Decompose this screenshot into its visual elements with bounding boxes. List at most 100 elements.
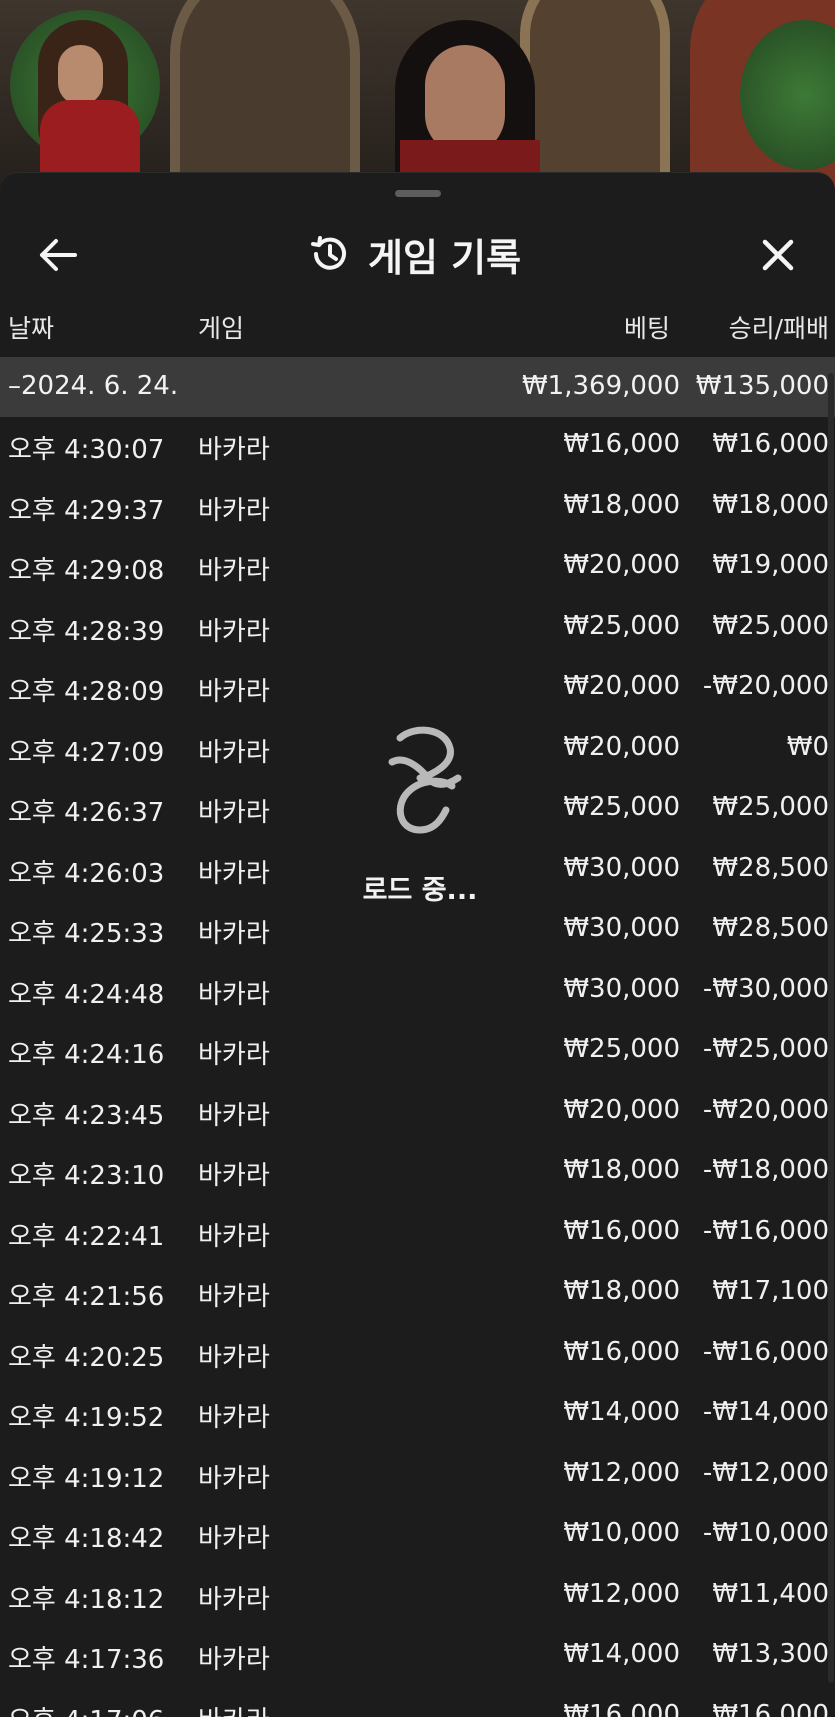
row-game: 바카라 bbox=[198, 1100, 270, 1131]
history-row[interactable]: 오후 4:22:41 바카라 ₩16,000 -₩16,000 bbox=[0, 1204, 835, 1265]
history-row[interactable]: 오후 4:29:08 바카라 ₩20,000 ₩19,000 bbox=[0, 538, 835, 599]
day-win-total: ₩135,000 bbox=[695, 371, 829, 401]
row-time: 오후 4:26:03 bbox=[8, 858, 165, 889]
row-result: -₩25,000 bbox=[702, 1034, 829, 1064]
row-time: 오후 4:23:45 bbox=[8, 1100, 165, 1131]
live-video-background bbox=[0, 0, 835, 200]
row-time: 오후 4:24:48 bbox=[8, 979, 165, 1010]
history-list: 오후 4:30:07 바카라 ₩16,000 ₩16,000 오후 4:29:37 바카… bbox=[0, 417, 835, 1717]
row-game: 바카라 bbox=[198, 1221, 270, 1252]
loading-text: 로드 중... bbox=[362, 875, 478, 906]
history-row[interactable]: 오후 4:24:48 바카라 ₩30,000 -₩30,000 bbox=[0, 962, 835, 1023]
row-time: 오후 4:20:25 bbox=[8, 1342, 165, 1373]
row-game: 바카라 bbox=[198, 1645, 270, 1675]
row-result: ₩18,000 bbox=[712, 489, 829, 520]
row-bet: ₩30,000 bbox=[563, 913, 680, 943]
scrollbar[interactable] bbox=[828, 373, 834, 1683]
history-row[interactable]: 오후 4:19:12 바카라 ₩12,000 -₩12,000 bbox=[0, 1446, 835, 1507]
row-time: 오후 4:29:37 bbox=[8, 495, 165, 526]
history-icon bbox=[311, 236, 346, 270]
background-arch bbox=[520, 0, 670, 200]
row-result: -₩16,000 bbox=[702, 1215, 829, 1246]
history-row[interactable]: 오후 4:28:09 바카라 ₩20,000 -₩20,000 bbox=[0, 659, 835, 720]
row-bet: ₩16,000 bbox=[563, 1336, 680, 1367]
row-result: -₩20,000 bbox=[702, 1094, 829, 1125]
row-result: ₩11,400 bbox=[712, 1578, 829, 1609]
dealer-figure bbox=[425, 45, 505, 155]
history-row[interactable]: 오후 4:23:45 바카라 ₩20,000 -₩20,000 bbox=[0, 1083, 835, 1144]
row-bet: ₩12,000 bbox=[563, 1578, 680, 1609]
row-result: ₩28,500 bbox=[712, 913, 829, 943]
row-game: 바카라 bbox=[198, 979, 270, 1010]
column-header-win-loss: 승리/패배 bbox=[728, 314, 829, 343]
row-bet: ₩18,000 bbox=[563, 489, 680, 520]
history-row[interactable]: 오후 4:29:37 바카라 ₩18,000 ₩18,000 bbox=[0, 478, 835, 539]
row-bet: ₩20,000 bbox=[563, 671, 680, 701]
row-bet: ₩10,000 bbox=[563, 1518, 680, 1548]
row-time: 오후 4:27:09 bbox=[8, 737, 165, 768]
row-time: 오후 4:19:12 bbox=[8, 1463, 165, 1494]
row-game: 바카라 bbox=[198, 556, 270, 586]
history-row[interactable]: 오후 4:24:16 바카라 ₩25,000 -₩25,000 bbox=[0, 1022, 835, 1083]
history-row[interactable]: 오후 4:21:56 바카라 ₩18,000 ₩17,100 bbox=[0, 1264, 835, 1325]
row-time: 오후 4:17:06 bbox=[8, 1700, 164, 1717]
row-bet: ₩12,000 bbox=[563, 1457, 680, 1488]
row-time: 오후 4:22:41 bbox=[8, 1221, 165, 1252]
back-button[interactable] bbox=[30, 227, 86, 283]
row-game: 바카라 bbox=[198, 495, 270, 526]
row-result: -₩14,000 bbox=[702, 1397, 829, 1427]
row-game: 바카라 bbox=[198, 1463, 270, 1494]
row-result: ₩25,000 bbox=[712, 610, 829, 641]
row-bet: ₩16,000 bbox=[563, 429, 680, 459]
dealer-figure bbox=[58, 45, 103, 105]
row-game: 바카라 bbox=[198, 1524, 270, 1554]
close-icon bbox=[762, 239, 794, 271]
row-result: -₩18,000 bbox=[702, 1155, 829, 1185]
row-game: 바카라 bbox=[198, 1700, 270, 1717]
row-result: ₩25,000 bbox=[712, 792, 829, 822]
arrow-left-icon bbox=[40, 239, 77, 271]
day-date: –2024. 6. 24. bbox=[8, 371, 179, 401]
row-time: 오후 4:17:36 bbox=[8, 1645, 165, 1675]
row-bet: ₩30,000 bbox=[563, 852, 680, 883]
history-row[interactable]: 오후 4:17:06 바카라 ₩16,000 ₩16,000 bbox=[0, 1688, 835, 1717]
row-game: 바카라 bbox=[198, 1282, 270, 1312]
row-result: -₩30,000 bbox=[702, 973, 829, 1004]
history-row[interactable]: 오후 4:25:33 바카라 ₩30,000 ₩28,500 bbox=[0, 901, 835, 962]
sheet-header: 게임 기록 bbox=[0, 213, 835, 293]
row-time: 오후 4:25:33 bbox=[8, 919, 165, 949]
history-row[interactable]: 오후 4:28:39 바카라 ₩25,000 ₩25,000 bbox=[0, 599, 835, 660]
sheet-drag-handle[interactable] bbox=[395, 190, 441, 197]
page-title-group: 게임 기록 bbox=[310, 229, 522, 280]
background-arch bbox=[170, 0, 360, 200]
row-bet: ₩25,000 bbox=[563, 610, 680, 641]
history-row[interactable]: 오후 4:23:10 바카라 ₩18,000 -₩18,000 bbox=[0, 1143, 835, 1204]
row-bet: ₩16,000 bbox=[563, 1215, 680, 1246]
row-time: 오후 4:19:52 bbox=[8, 1403, 165, 1433]
row-result: ₩13,300 bbox=[712, 1639, 829, 1669]
row-game: 바카라 bbox=[198, 1584, 270, 1615]
row-bet: ₩25,000 bbox=[563, 792, 680, 822]
row-time: 오후 4:28:39 bbox=[8, 616, 165, 647]
row-bet: ₩20,000 bbox=[563, 731, 680, 762]
history-row[interactable]: 오후 4:30:07 바카라 ₩16,000 ₩16,000 bbox=[0, 417, 835, 478]
row-bet: ₩30,000 bbox=[563, 973, 680, 1004]
row-time: 오후 4:18:42 bbox=[8, 1524, 165, 1554]
history-row[interactable]: 오후 4:18:12 바카라 ₩12,000 ₩11,400 bbox=[0, 1567, 835, 1628]
row-bet: ₩20,000 bbox=[563, 1094, 680, 1125]
row-bet: ₩20,000 bbox=[563, 550, 680, 580]
close-button[interactable] bbox=[750, 227, 806, 283]
row-bet: ₩14,000 bbox=[563, 1397, 680, 1427]
day-summary-row[interactable]: –2024. 6. 24. ₩1,369,000 ₩135,000 bbox=[0, 357, 835, 417]
history-row[interactable]: 오후 4:17:36 바카라 ₩14,000 ₩13,300 bbox=[0, 1627, 835, 1688]
page-title: 게임 기록 bbox=[368, 235, 522, 280]
row-bet: ₩14,000 bbox=[563, 1639, 680, 1669]
history-row[interactable]: 오후 4:18:42 바카라 ₩10,000 -₩10,000 bbox=[0, 1506, 835, 1567]
row-bet: ₩16,000 bbox=[563, 1699, 680, 1717]
column-header-date: 날짜 bbox=[8, 314, 55, 343]
history-row[interactable]: 오후 4:20:25 바카라 ₩16,000 -₩16,000 bbox=[0, 1325, 835, 1386]
row-result: -₩20,000 bbox=[702, 671, 829, 701]
row-time: 오후 4:30:07 bbox=[8, 435, 165, 465]
history-row[interactable]: 오후 4:19:52 바카라 ₩14,000 -₩14,000 bbox=[0, 1385, 835, 1446]
day-bet-total: ₩1,369,000 bbox=[521, 371, 680, 401]
